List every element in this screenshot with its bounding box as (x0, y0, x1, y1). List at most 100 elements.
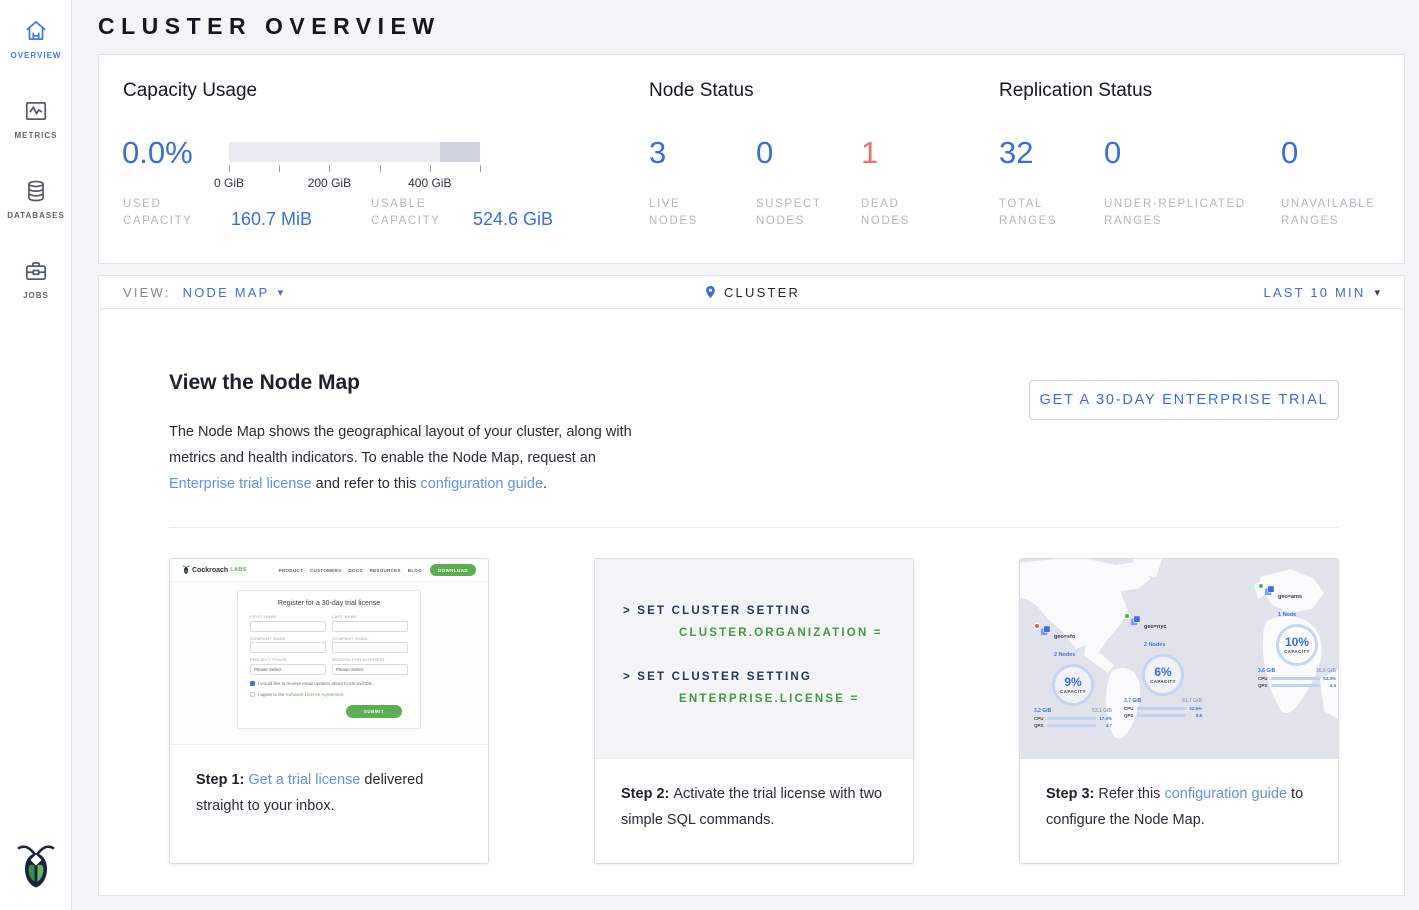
step-1-caption: Step 1: Get a trial license delivered st… (170, 745, 488, 819)
enterprise-trial-license-link[interactable]: Enterprise trial license (169, 476, 312, 492)
total-ranges-value: 32 (999, 135, 1033, 171)
sidebar-item-label: METRICS (0, 131, 72, 140)
capacity-axis: 0 GiB 200 GiB 400 GiB (229, 165, 480, 172)
dead-nodes-value: 1 (861, 135, 878, 171)
axis-tick-label: 200 GiB (308, 176, 351, 190)
mini-site-nav: PRODUCT CUSTOMERS DOCS RESOURCES BLOG (279, 568, 422, 573)
mini-download-button: DOWNLOAD (430, 564, 476, 576)
chevron-down-icon: ▾ (1374, 286, 1380, 299)
sql-command: > SET CLUSTER SETTING (623, 605, 913, 617)
database-icon (23, 178, 49, 204)
node-map-preview: geo=sfo 2 Nodes 9% CAPACITY 3.2 GiB 53.1… (1020, 559, 1338, 759)
chevron-down-icon: ▾ (278, 286, 284, 299)
cluster-summary-panel: Capacity Usage 0.0% 0 GiB 200 GiB 400 Gi… (98, 54, 1405, 264)
dead-nodes-label: DEADNODES (861, 196, 910, 230)
sidebar: OVERVIEW METRICS DATABASES JOBS (0, 0, 72, 910)
step-2-caption: Step 2: Activate the trial license with … (595, 759, 913, 833)
axis-tick-label: 400 GiB (408, 176, 451, 190)
node-status-dot (1034, 623, 1040, 629)
used-capacity-label: USEDCAPACITY (123, 196, 192, 230)
map-node-sfo: geo=sfo 2 Nodes 9% CAPACITY 3.2 GiB 53.1… (1034, 625, 1112, 728)
qps-bar (1271, 684, 1320, 687)
cockroach-labs-logo: Cockroach LABS (182, 565, 247, 575)
locality-breadcrumb: CLUSTER (703, 284, 800, 300)
cockroach-bug-icon (182, 565, 190, 575)
capacity-gauge: 6% CAPACITY (1142, 654, 1184, 696)
sidebar-item-databases[interactable]: DATABASES (0, 160, 72, 240)
mini-site-header: Cockroach LABS PRODUCT CUSTOMERS DOCS RE… (170, 559, 488, 581)
axis-tick-label: 0 GiB (214, 176, 244, 190)
configuration-guide-link[interactable]: configuration guide (420, 476, 543, 492)
view-bar: VIEW: NODE MAP ▾ CLUSTER LAST 10 MIN ▾ (98, 275, 1405, 309)
cpu-bar (1137, 707, 1186, 710)
project-phase-select: Please Select (250, 664, 326, 675)
sql-argument: CLUSTER.ORGANIZATION = (679, 627, 913, 639)
view-selector-dropdown[interactable]: NODE MAP ▾ (183, 285, 283, 300)
replication-status-title: Replication Status (999, 80, 1152, 102)
step-3-caption: Step 3: Refer this configuration guide t… (1020, 759, 1338, 833)
email-updates-checkbox: I would like to receive email updates ab… (250, 681, 408, 686)
step-1-card: Cockroach LABS PRODUCT CUSTOMERS DOCS RE… (169, 558, 489, 864)
trial-license-form: Register for a 30-day trial license FIRS… (237, 590, 421, 729)
capacity-gauge: 9% CAPACITY (1052, 664, 1094, 706)
usable-capacity-value: 524.6 GiB (473, 209, 553, 230)
metrics-chart-icon (23, 98, 49, 124)
map-node-nyc: geo=nyc 2 Nodes 6% CAPACITY 3.7 GiB 61.7… (1124, 615, 1202, 718)
sidebar-item-metrics[interactable]: METRICS (0, 80, 72, 160)
checkbox-checked-icon (250, 681, 255, 686)
company-name-field (250, 642, 326, 653)
trial-registration-screenshot: Cockroach LABS PRODUCT CUSTOMERS DOCS RE… (170, 559, 488, 745)
node-status-title: Node Status (649, 80, 754, 102)
under-replicated-ranges-value: 0 (1104, 135, 1121, 171)
cpu-bar (1271, 677, 1320, 680)
first-name-field (250, 621, 326, 632)
cockroach-logo[interactable] (16, 841, 56, 898)
usable-capacity-label: USABLECAPACITY (371, 196, 440, 230)
capacity-usage-title: Capacity Usage (123, 80, 257, 102)
under-replicated-ranges-label: UNDER-REPLICATEDRANGES (1104, 196, 1246, 230)
section-title: View the Node Map (169, 371, 360, 395)
map-pin-icon (703, 284, 717, 300)
sidebar-item-jobs[interactable]: JOBS (0, 240, 72, 320)
unavailable-ranges-value: 0 (1281, 135, 1298, 171)
main-content: CLUSTER OVERVIEW Capacity Usage 0.0% 0 G… (72, 0, 1419, 896)
node-cubes-icon (1040, 625, 1051, 636)
license-agreement-checkbox: I agree to the Software License Agreemen… (250, 692, 408, 697)
time-range-dropdown[interactable]: LAST 10 MIN ▾ (1263, 285, 1380, 300)
get-trial-license-link[interactable]: Get a trial license (248, 772, 360, 788)
qps-bar (1137, 714, 1186, 717)
capacity-gauge: 10% CAPACITY (1276, 624, 1318, 666)
live-nodes-label: LIVENODES (649, 196, 698, 230)
capacity-bar-reserved-segment (440, 142, 480, 162)
sidebar-item-label: JOBS (0, 291, 72, 300)
capacity-usage-bar (229, 142, 480, 162)
page-title: CLUSTER OVERVIEW (98, 0, 1405, 54)
divider (169, 527, 1339, 528)
company-email-field (332, 642, 408, 653)
sidebar-item-label: DATABASES (0, 211, 72, 220)
briefcase-icon (23, 258, 49, 284)
cpu-bar (1047, 717, 1096, 720)
sidebar-item-overview[interactable]: OVERVIEW (0, 0, 72, 80)
section-description: The Node Map shows the geographical layo… (169, 419, 649, 497)
suspect-nodes-value: 0 (756, 135, 773, 171)
map-node-ams: geo=ams 1 Node 10% CAPACITY 3.6 GiB 36.6… (1258, 585, 1336, 688)
node-map-panel: View the Node Map The Node Map shows the… (98, 309, 1405, 896)
node-status-dot (1124, 613, 1130, 619)
node-cubes-icon (1130, 615, 1141, 626)
view-label: VIEW: (123, 285, 171, 300)
sql-argument: ENTERPRISE.LICENSE = (679, 693, 913, 705)
enterprise-trial-button[interactable]: GET A 30-DAY ENTERPRISE TRIAL (1029, 380, 1339, 420)
home-icon (23, 18, 49, 44)
step-3-card: geo=sfo 2 Nodes 9% CAPACITY 3.2 GiB 53.1… (1019, 558, 1339, 864)
steps-row: Cockroach LABS PRODUCT CUSTOMERS DOCS RE… (169, 558, 1339, 864)
locality-label: CLUSTER (724, 285, 800, 300)
step-2-card: > SET CLUSTER SETTING CLUSTER.ORGANIZATI… (594, 558, 914, 864)
checkbox-icon (250, 692, 255, 697)
live-nodes-value: 3 (649, 135, 666, 171)
node-status-dot (1258, 583, 1264, 589)
node-cubes-icon (1264, 585, 1275, 596)
configuration-guide-link[interactable]: configuration guide (1164, 786, 1287, 802)
unavailable-ranges-label: UNAVAILABLERANGES (1281, 196, 1376, 230)
reason-select: Please Select (332, 664, 408, 675)
